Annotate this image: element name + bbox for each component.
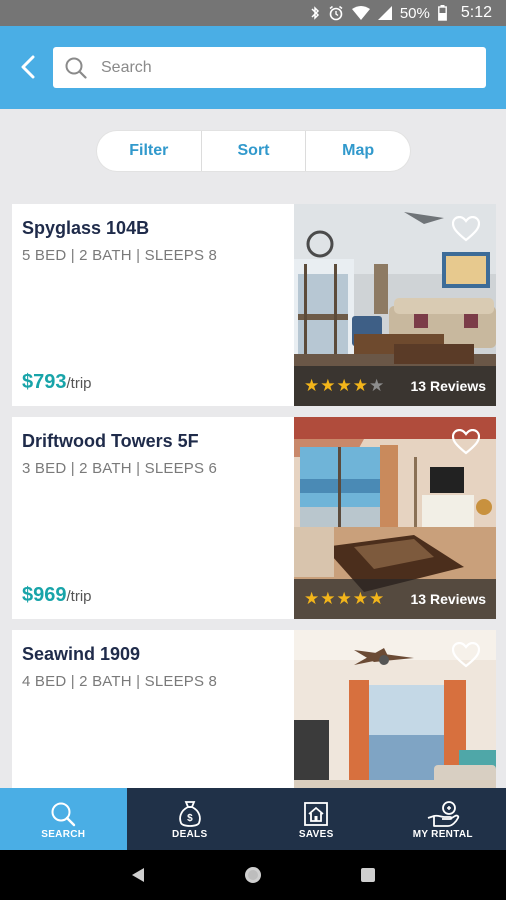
system-home-button[interactable] (238, 860, 268, 890)
listing-specs: 3 BED | 2 BATH | SLEEPS 6 (22, 460, 218, 477)
back-triangle-icon (131, 868, 144, 882)
listing-info: Driftwood Towers 5F 3 BED | 2 BATH | SLE… (12, 417, 294, 619)
back-button[interactable] (14, 52, 42, 82)
price-unit: /trip (66, 375, 92, 392)
review-count[interactable]: 13 Reviews (411, 591, 487, 607)
price-unit: /trip (66, 588, 92, 605)
saved-house-icon (302, 799, 330, 829)
svg-text:$: $ (187, 813, 193, 824)
system-navigation-bar (0, 850, 506, 900)
review-bar: ★★★★★ 13 Reviews (294, 579, 496, 619)
search-input[interactable] (101, 58, 461, 77)
clock-time: 5:12 (460, 4, 492, 21)
listing-price: $969/trip (22, 584, 92, 607)
alarm-icon (328, 5, 344, 21)
back-arrow-icon (21, 55, 35, 79)
listing-name: Driftwood Towers 5F (22, 431, 199, 451)
listing-specs: 5 BED | 2 BATH | SLEEPS 8 (22, 247, 218, 264)
nav-search-label: SEARCH (41, 828, 86, 840)
cell-signal-icon (377, 6, 392, 20)
app-bar (0, 26, 506, 109)
price-amount: $969 (22, 584, 67, 606)
money-bag-icon: $ (178, 799, 202, 829)
filter-sort-map-control: Filter Sort Map (97, 131, 410, 171)
listing-name: Spyglass 104B (22, 218, 150, 238)
search-icon (50, 799, 76, 829)
sort-button[interactable]: Sort (200, 131, 306, 171)
favorite-heart-icon[interactable] (451, 641, 481, 673)
nav-search[interactable]: SEARCH (0, 788, 127, 850)
map-button[interactable]: Map (305, 131, 410, 171)
search-icon (65, 57, 87, 79)
hand-key-icon (426, 799, 460, 829)
listing-card[interactable]: Spyglass 104B 5 BED | 2 BATH | SLEEPS 8 … (12, 204, 496, 406)
status-bar: 50% 5:12 (0, 0, 506, 26)
listing-name: Seawind 1909 (22, 644, 141, 664)
system-back-button[interactable] (123, 860, 153, 890)
system-recents-button[interactable] (353, 860, 383, 890)
filter-button[interactable]: Filter (97, 131, 201, 171)
price-amount: $793 (22, 371, 67, 393)
listing-specs: 4 BED | 2 BATH | SLEEPS 8 (22, 673, 218, 690)
listing-photo[interactable]: ★★★★★ 13 Reviews (294, 204, 496, 406)
listing-price: $793/trip (22, 371, 92, 394)
nav-saves[interactable]: SAVES (253, 788, 380, 850)
review-count[interactable]: 13 Reviews (411, 378, 487, 394)
search-box[interactable] (53, 47, 486, 88)
review-bar: ★★★★★ 13 Reviews (294, 366, 496, 406)
nav-deals[interactable]: $ DEALS (127, 788, 254, 850)
favorite-heart-icon[interactable] (451, 428, 481, 460)
nav-my-rental-label: MY RENTAL (412, 828, 473, 840)
home-circle-icon (244, 867, 261, 883)
bottom-navigation: SEARCH $ DEALS SAVES MY RENTAL (0, 788, 506, 850)
favorite-heart-icon[interactable] (451, 215, 481, 247)
nav-saves-label: SAVES (298, 828, 334, 840)
star-rating: ★★★★★ (304, 376, 386, 395)
listing-photo[interactable]: ★★★★★ 13 Reviews (294, 417, 496, 619)
battery-icon (437, 5, 447, 21)
nav-my-rental[interactable]: MY RENTAL (380, 788, 506, 850)
listing-card[interactable]: Driftwood Towers 5F 3 BED | 2 BATH | SLE… (12, 417, 496, 619)
bluetooth-icon (310, 5, 320, 21)
battery-percent: 50% (399, 4, 430, 22)
recents-square-icon (361, 868, 376, 882)
nav-deals-label: DEALS (172, 828, 208, 840)
star-rating: ★★★★★ (304, 589, 386, 608)
wifi-icon (351, 6, 370, 20)
listing-info: Spyglass 104B 5 BED | 2 BATH | SLEEPS 8 … (12, 204, 294, 406)
